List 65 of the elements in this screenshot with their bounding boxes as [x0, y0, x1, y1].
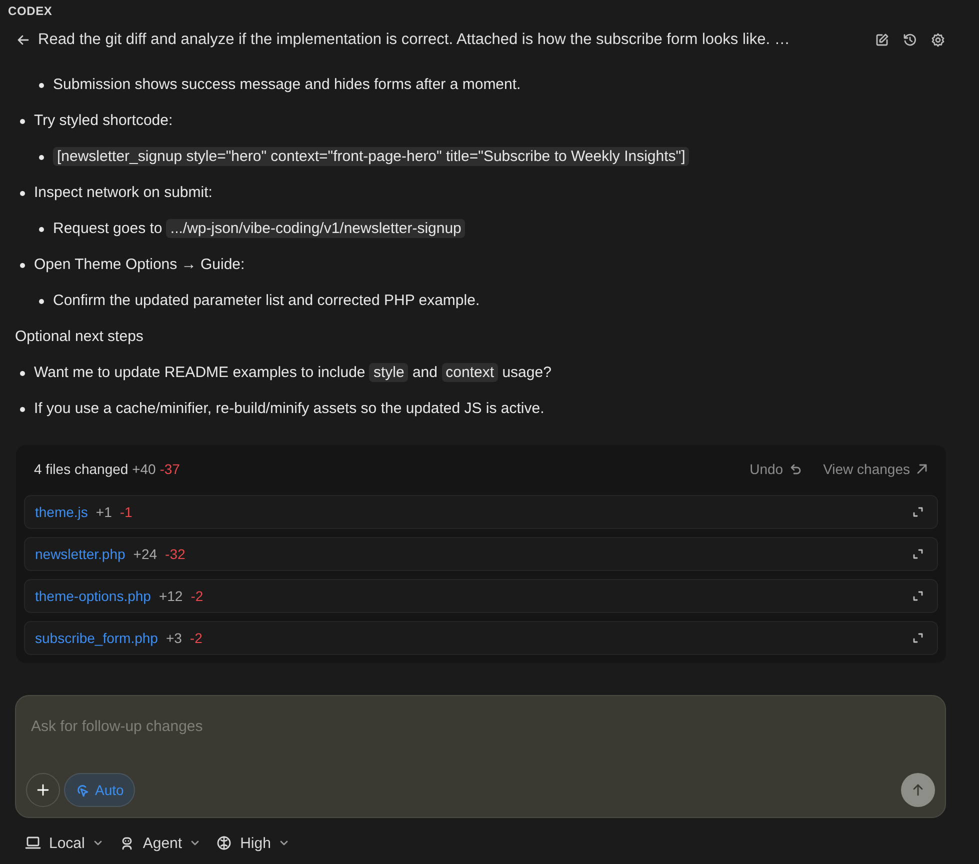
added-count: +24 [133, 546, 158, 562]
removed-count: -32 [165, 546, 186, 562]
file-name[interactable]: theme.js [35, 504, 88, 520]
chevron-down-icon [92, 838, 103, 848]
view-changes-button[interactable]: View changes [823, 461, 928, 477]
add-button[interactable] [26, 773, 60, 807]
file-row[interactable]: theme.js +1 -1 [24, 495, 938, 529]
file-name[interactable]: subscribe_form.php [35, 630, 158, 646]
file-row[interactable]: subscribe_form.php +3 -2 [24, 621, 938, 655]
arrow-up-right-icon [916, 463, 928, 475]
expand-icon[interactable] [913, 549, 923, 559]
changes-summary: 4 files changed +40 -37 [34, 461, 181, 477]
thread-title: Read the git diff and analyze if the implementation is correct. Attached is how the subscribe form looks like. … [38, 31, 791, 49]
expand-icon[interactable] [913, 591, 923, 601]
removed-count: -2 [190, 588, 204, 604]
brain-icon [216, 835, 232, 851]
list-item-text: Want me to update README examples to include style and context usage? [34, 363, 552, 383]
back-arrow-icon[interactable] [17, 34, 29, 46]
list-item-text: Confirm the updated parameter list and corrected PHP example. [53, 291, 480, 311]
undo-icon [789, 463, 802, 475]
history-icon[interactable] [903, 33, 917, 47]
chevron-down-icon [190, 838, 200, 848]
message-field[interactable]: Ask for follow-up changes Auto [15, 695, 946, 818]
removed-count: -2 [190, 630, 202, 646]
cursor-icon [75, 783, 89, 797]
bullet-icon [20, 262, 25, 268]
expand-icon[interactable] [913, 633, 923, 643]
list-item-text: [newsletter_signup style="hero" context="front-page-hero" title="Subscribe to Weekly Insights"] [53, 147, 690, 167]
file-row[interactable]: theme-options.php +12 -2 [24, 579, 938, 613]
removed-count: -1 [120, 504, 132, 520]
bullet-icon [39, 82, 44, 88]
list-item-text: Open Theme Options → Guide: [34, 255, 245, 275]
file-row[interactable]: newsletter.php +24 -32 [24, 537, 938, 571]
added-count: +12 [158, 588, 183, 604]
arrow-up-icon [912, 784, 924, 796]
footer-dropdown[interactable]: High [216, 832, 289, 854]
bullet-icon [39, 154, 44, 160]
file-name[interactable]: newsletter.php [35, 546, 126, 562]
edit-icon[interactable] [875, 33, 889, 47]
send-button[interactable] [901, 773, 935, 807]
bullet-icon [20, 190, 25, 196]
list-item-text: Try styled shortcode: [34, 111, 173, 131]
settings-icon[interactable] [931, 33, 945, 47]
bullet-icon [20, 370, 25, 376]
footer-dropdown[interactable]: Local [25, 832, 103, 854]
added-count: +1 [96, 504, 112, 520]
list-item-text: Submission shows success message and hides forms after a moment. [53, 75, 521, 95]
undo-button[interactable]: Undo [750, 461, 802, 477]
footer-dropdown[interactable]: Agent [118, 832, 200, 854]
list-item-text: Inspect network on submit: [34, 183, 212, 203]
bullet-icon [39, 226, 44, 232]
auto-mode-button[interactable]: Auto [64, 773, 135, 807]
plus-icon [37, 784, 49, 796]
list-item-text: If you use a cache/minifier, re-build/minify assets so the updated JS is active. [34, 399, 544, 419]
added-count: +3 [166, 630, 182, 646]
expand-icon[interactable] [913, 507, 923, 517]
list-item-text: Request goes to .../wp-json/vibe-coding/v1/newsletter-signup [53, 219, 466, 239]
bullet-icon [20, 118, 25, 124]
bullet-icon [39, 298, 44, 304]
chevron-down-icon [278, 838, 289, 848]
laptop-icon [25, 835, 41, 851]
app-name: CODEX [7, 3, 54, 20]
bullet-icon [20, 406, 25, 412]
file-name[interactable]: theme-options.php [35, 588, 151, 604]
paragraph-text: Optional next steps [14, 327, 144, 347]
